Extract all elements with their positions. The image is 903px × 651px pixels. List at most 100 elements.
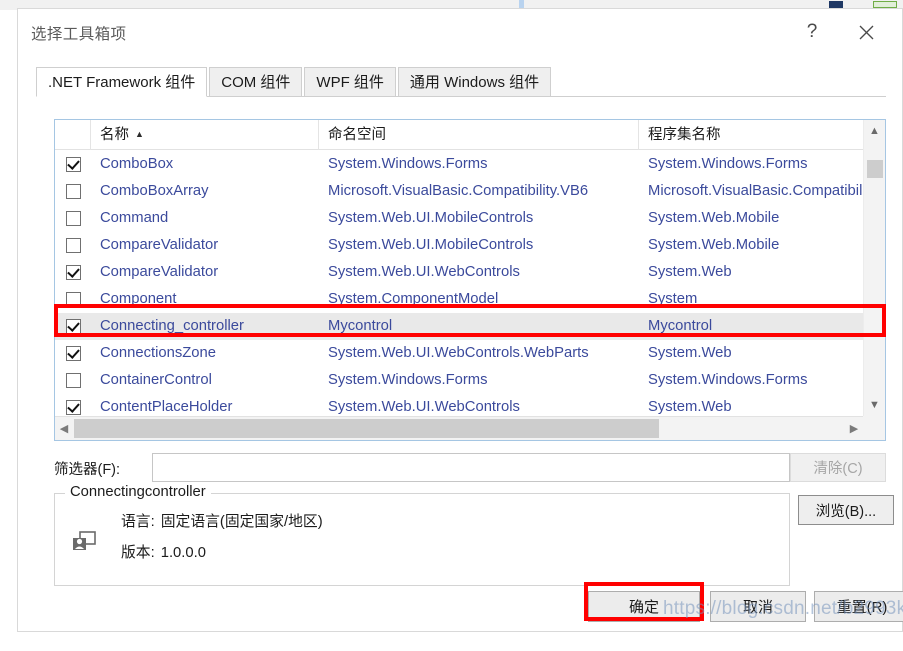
table-row[interactable]: CompareValidator System.Web.UI.MobileCon…: [55, 232, 885, 259]
table-row[interactable]: ComboBox System.Windows.Forms System.Win…: [55, 151, 885, 178]
row-name: ComboBoxArray: [100, 183, 209, 199]
choose-toolbox-items-dialog: 选择工具箱项 ? .NET Framework 组件 COM 组件 WPF 组件…: [17, 8, 903, 632]
tab-universal-windows[interactable]: 通用 Windows 组件: [397, 67, 552, 96]
row-name: Command: [100, 210, 169, 226]
components-listview[interactable]: 名称 ▲ 命名空间 程序集名称 ComboBox System.Windows.F…: [54, 119, 886, 441]
clear-button[interactable]: 清除(C): [790, 453, 886, 482]
row-name: ContainerControl: [100, 372, 212, 388]
filter-row: 筛选器(F): 清除(C): [54, 453, 886, 483]
background-accent-dark: [829, 1, 843, 8]
row-name: CompareValidator: [100, 237, 219, 253]
row-checkbox-cell[interactable]: [55, 178, 91, 205]
ok-button[interactable]: 确定: [588, 591, 700, 622]
checkbox-icon[interactable]: [65, 319, 81, 334]
column-header-name-label: 名称: [100, 127, 129, 143]
row-name: ConnectionsZone: [100, 345, 216, 361]
row-checkbox-cell[interactable]: [55, 367, 91, 394]
row-namespace: System.Web.UI.WebControls.WebParts: [328, 345, 589, 361]
help-glyph: ?: [806, 21, 818, 42]
close-icon[interactable]: [844, 17, 888, 47]
vertical-scrollbar-thumb[interactable]: [867, 160, 883, 178]
sort-ascending-icon: ▲: [135, 129, 144, 139]
column-header-namespace[interactable]: 命名空间: [319, 120, 639, 150]
tab-dotnet-framework[interactable]: .NET Framework 组件: [36, 67, 208, 97]
checkbox-icon[interactable]: [65, 184, 81, 199]
row-name: Connecting_controller: [100, 318, 244, 334]
table-row[interactable]: ConnectionsZone System.Web.UI.WebControl…: [55, 340, 885, 367]
row-namespace: System.Web.UI.MobileControls: [328, 210, 534, 226]
row-namespace: Mycontrol: [328, 318, 393, 334]
horizontal-scrollbar[interactable]: ◀ ▶: [55, 416, 885, 440]
row-namespace: System.Web.UI.WebControls: [328, 264, 520, 280]
table-row[interactable]: ContainerControl System.Windows.Forms Sy…: [55, 367, 885, 394]
column-header-assembly[interactable]: 程序集名称: [639, 120, 868, 150]
row-assembly: System.Web.Mobile: [648, 237, 780, 253]
table-row[interactable]: CompareValidator System.Web.UI.WebContro…: [55, 259, 885, 286]
close-glyph: [859, 25, 873, 39]
row-namespace: System.Windows.Forms: [328, 372, 488, 388]
row-name: CompareValidator: [100, 264, 219, 280]
tab-com[interactable]: COM 组件: [209, 67, 303, 96]
column-header-checkbox[interactable]: [55, 120, 91, 150]
checkbox-icon[interactable]: [65, 157, 81, 172]
row-checkbox-cell[interactable]: [55, 340, 91, 367]
browse-button[interactable]: 浏览(B)...: [798, 495, 894, 525]
row-assembly: System.Web.Mobile: [648, 210, 780, 226]
scroll-up-icon[interactable]: ▲: [864, 120, 885, 142]
checkbox-icon[interactable]: [65, 373, 81, 388]
tab-wpf[interactable]: WPF 组件: [304, 67, 396, 96]
row-checkbox-cell[interactable]: [55, 232, 91, 259]
scroll-left-icon[interactable]: ◀: [55, 417, 73, 440]
component-language-line: 语言: 固定语言(固定国家/地区): [121, 510, 323, 531]
row-checkbox-cell[interactable]: [55, 205, 91, 232]
component-version-line: 版本: 1.0.0.0: [121, 541, 323, 562]
component-icon: [69, 526, 99, 556]
row-assembly: System.Windows.Forms: [648, 156, 808, 172]
row-name: Component: [100, 291, 177, 307]
horizontal-scrollbar-thumb[interactable]: [74, 419, 659, 438]
filter-label: 筛选器(F):: [54, 462, 121, 478]
row-assembly: System: [648, 291, 698, 307]
row-name: ComboBox: [100, 156, 174, 172]
checkbox-icon[interactable]: [65, 346, 81, 361]
row-namespace: System.Windows.Forms: [328, 156, 488, 172]
table-row-selected[interactable]: Connecting_controller Mycontrol Mycontro…: [55, 313, 885, 340]
row-namespace: System.Web.UI.MobileControls: [328, 237, 534, 253]
row-assembly: Mycontrol: [648, 318, 713, 334]
scroll-down-icon[interactable]: ▼: [864, 394, 885, 416]
row-checkbox-cell[interactable]: [55, 313, 91, 340]
checkbox-icon[interactable]: [65, 265, 81, 280]
cancel-button[interactable]: 取消: [710, 591, 806, 622]
reset-button[interactable]: 重置(R): [814, 591, 903, 622]
row-checkbox-cell[interactable]: [55, 259, 91, 286]
filter-input[interactable]: [152, 453, 790, 482]
table-row[interactable]: Component System.ComponentModel System: [55, 286, 885, 313]
background-accent-green: [873, 1, 897, 8]
column-header-name[interactable]: 名称 ▲: [91, 120, 319, 150]
component-details-title: Connectingcontroller: [65, 484, 211, 500]
component-version-label: 版本:: [121, 545, 155, 561]
row-checkbox-cell[interactable]: [55, 286, 91, 313]
row-namespace: System.ComponentModel: [328, 291, 499, 307]
table-row[interactable]: Command System.Web.UI.MobileControls Sys…: [55, 205, 885, 232]
table-row[interactable]: ComboBoxArray Microsoft.VisualBasic.Comp…: [55, 178, 885, 205]
component-language-label: 语言:: [121, 514, 155, 530]
component-details-lines: 语言: 固定语言(固定国家/地区) 版本: 1.0.0.0: [121, 510, 323, 572]
dialog-footer: 确定 取消 重置(R) https://blog.csdn.net/b2993k…: [18, 582, 903, 631]
row-checkbox-cell[interactable]: [55, 151, 91, 178]
checkbox-icon[interactable]: [65, 400, 81, 415]
help-icon[interactable]: ?: [790, 17, 834, 47]
row-assembly: System.Web: [648, 345, 732, 361]
component-details-group: Connectingcontroller 语言: 固定语言(固定国家/地区) 版本…: [54, 484, 790, 586]
row-namespace: Microsoft.VisualBasic.Compatibility.VB6: [328, 183, 589, 199]
component-version-value: 1.0.0.0: [160, 545, 206, 561]
checkbox-icon[interactable]: [65, 238, 81, 253]
listview-header: 名称 ▲ 命名空间 程序集名称: [55, 120, 885, 150]
vertical-scrollbar[interactable]: ▲ ▼: [863, 120, 885, 440]
checkbox-icon[interactable]: [65, 211, 81, 226]
scroll-right-icon[interactable]: ▶: [845, 417, 863, 440]
background-bottom-strip: [0, 639, 903, 651]
row-assembly: System.Windows.Forms: [648, 372, 808, 388]
row-assembly: System.Web: [648, 264, 732, 280]
checkbox-icon[interactable]: [65, 292, 81, 307]
